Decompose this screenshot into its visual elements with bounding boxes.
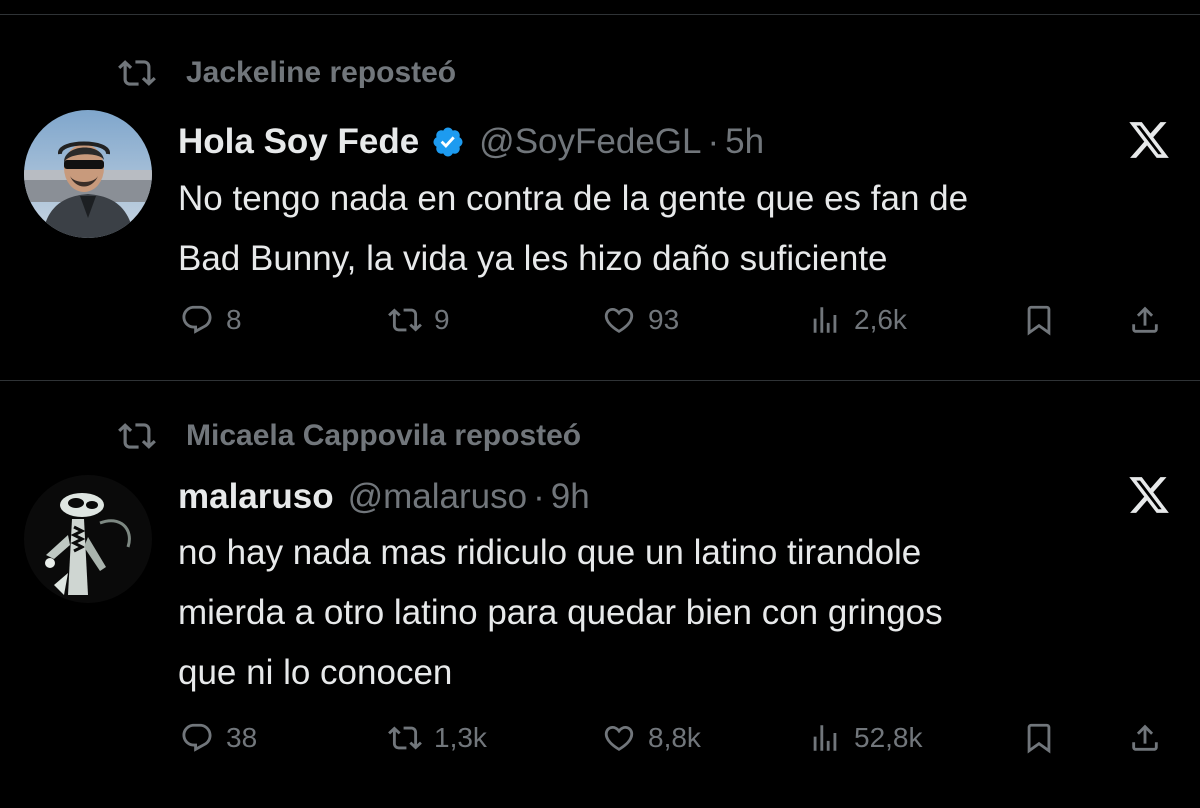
author-handle[interactable]: @SoyFedeGL <box>479 122 701 162</box>
bookmark-button[interactable] <box>1022 716 1056 760</box>
like-count: 8,8k <box>648 722 701 753</box>
author-name[interactable]: Hola Soy Fede <box>178 122 419 162</box>
action-bar: 38 1,3k 8,8k 52,8k <box>0 716 1200 760</box>
reply-icon <box>182 305 212 334</box>
repost-icon <box>388 726 422 750</box>
author-handle[interactable]: @malaruso <box>348 477 527 517</box>
tweet-text-line: Bad Bunny, la vida ya les hizo daño sufi… <box>178 239 888 278</box>
repost-icon <box>388 308 422 332</box>
repost-context-label: Jackeline reposteó <box>186 56 457 89</box>
tweet-card[interactable]: Micaela Cappovila reposteó malaruso @mal… <box>0 381 1200 808</box>
views-count: 2,6k <box>854 304 907 335</box>
repost-count: 1,3k <box>434 722 487 753</box>
tweet-text-line: no hay nada mas ridiculo que un latino t… <box>178 533 922 572</box>
timestamp[interactable]: 5h <box>725 122 764 162</box>
x-logo-icon <box>1129 477 1169 513</box>
repost-button[interactable]: 1,3k <box>388 716 487 760</box>
like-icon <box>604 307 634 333</box>
views-button[interactable]: 52,8k <box>808 716 923 760</box>
repost-context-label: Micaela Cappovila reposteó <box>186 419 582 452</box>
tweet-text: No tengo nada en contra de la gente que … <box>178 169 1168 289</box>
like-button[interactable]: 93 <box>602 298 679 342</box>
repost-count: 9 <box>434 304 450 335</box>
separator-dot: · <box>707 122 720 161</box>
share-button[interactable] <box>1128 298 1162 342</box>
views-icon <box>813 307 837 333</box>
tweet-text-line: No tengo nada en contra de la gente que … <box>178 179 969 218</box>
repost-icon <box>118 423 156 449</box>
reply-button[interactable]: 38 <box>180 716 257 760</box>
tweet-text-line: mierda a otro latino para quedar bien co… <box>178 593 943 632</box>
views-icon <box>813 725 837 751</box>
repost-icon <box>118 60 156 86</box>
repost-context[interactable]: Jackeline reposteó <box>118 54 456 92</box>
views-button[interactable]: 2,6k <box>808 298 907 342</box>
bookmark-button[interactable] <box>1022 298 1056 342</box>
top-divider <box>0 0 1200 15</box>
reply-count: 38 <box>226 722 258 753</box>
tweet-text: no hay nada mas ridiculo que un latino t… <box>178 523 1168 703</box>
share-icon <box>1132 306 1158 333</box>
like-count: 93 <box>648 304 680 335</box>
repost-context[interactable]: Micaela Cappovila reposteó <box>118 417 581 455</box>
tweet-card[interactable]: Jackeline reposteó Hola Soy Fede @SoyFed… <box>0 14 1200 381</box>
avatar[interactable] <box>24 475 152 603</box>
like-button[interactable]: 8,8k <box>602 716 701 760</box>
like-icon <box>604 725 634 751</box>
verified-badge-icon <box>433 127 463 157</box>
bookmark-icon <box>1027 305 1051 336</box>
repost-button[interactable]: 9 <box>388 298 450 342</box>
views-count: 52,8k <box>854 722 923 753</box>
author-name[interactable]: malaruso <box>178 477 334 517</box>
avatar[interactable] <box>24 110 152 238</box>
reply-icon <box>182 723 212 752</box>
timestamp[interactable]: 9h <box>551 477 590 517</box>
action-bar: 8 9 93 2,6k <box>0 298 1200 342</box>
share-icon <box>1132 724 1158 751</box>
reply-count: 8 <box>226 304 242 335</box>
tweet-header: Hola Soy Fede @SoyFedeGL · 5h <box>178 122 764 162</box>
share-button[interactable] <box>1128 716 1162 760</box>
reply-button[interactable]: 8 <box>180 298 242 342</box>
tweet-header: malaruso @malaruso · 9h <box>178 477 590 517</box>
bookmark-icon <box>1027 723 1051 754</box>
separator-dot: · <box>533 477 545 516</box>
tweet-text-line: que ni lo conocen <box>178 653 453 692</box>
x-logo-icon <box>1129 122 1169 158</box>
